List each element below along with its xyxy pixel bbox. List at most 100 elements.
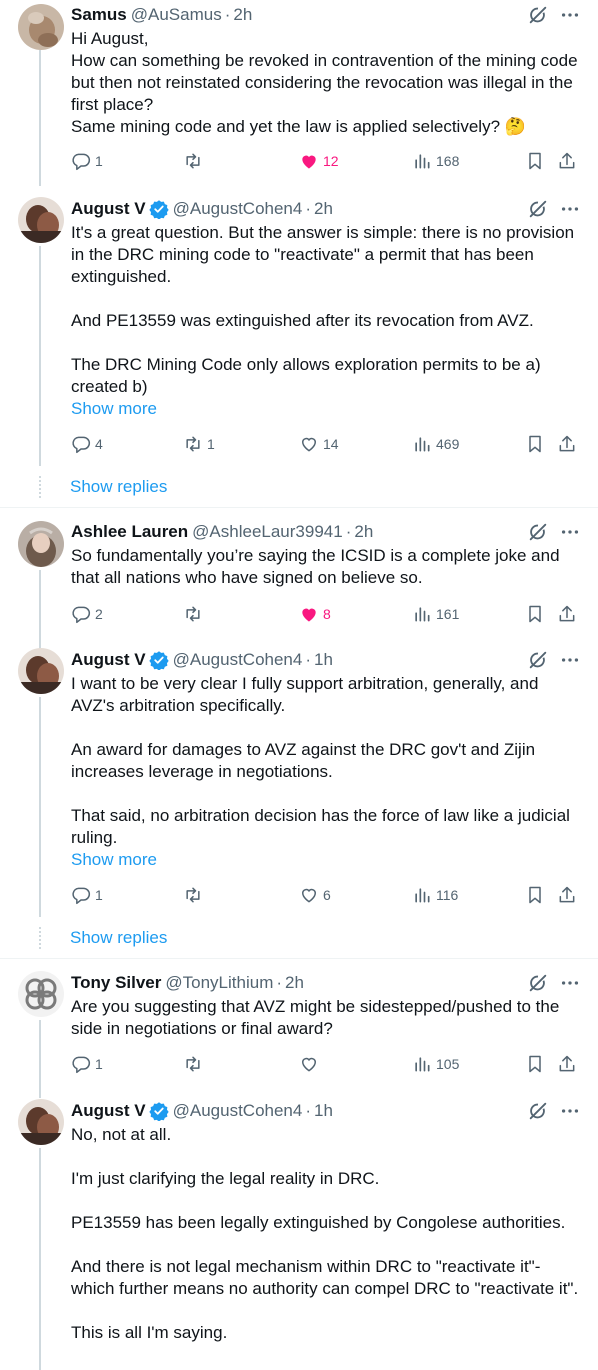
verified-badge-icon: [148, 200, 169, 219]
like-button[interactable]: 6: [299, 884, 331, 906]
reply-button[interactable]: 4: [71, 433, 103, 455]
verified-badge-icon: [148, 1102, 169, 1121]
avatar-august[interactable]: [18, 1099, 64, 1145]
tweet-time[interactable]: 2h: [285, 973, 304, 993]
repost-icon: [186, 606, 200, 622]
more-icon[interactable]: [559, 4, 581, 26]
bookmark-icon: [529, 605, 541, 623]
tweet-actions: 4 1 14 469: [71, 433, 581, 455]
bookmark-icon: [529, 1055, 541, 1073]
thread-line: [39, 246, 41, 466]
views-button[interactable]: 469: [412, 433, 459, 455]
tweet-time[interactable]: 2h: [233, 5, 252, 25]
thread-line: [39, 570, 41, 650]
like-button[interactable]: 14: [299, 433, 339, 455]
like-icon: [302, 608, 316, 622]
tweet-header: Samus @AuSamus · 2h: [71, 4, 598, 26]
avatar-samus[interactable]: [18, 4, 64, 50]
avatar-tony[interactable]: [18, 971, 64, 1017]
show-replies-link[interactable]: Show replies: [70, 928, 167, 948]
bookmark-button[interactable]: [525, 1053, 545, 1075]
views-icon: [415, 607, 430, 622]
bookmark-button[interactable]: [525, 433, 545, 455]
repost-button[interactable]: [183, 603, 207, 625]
tweet-actions: 2 8 161: [71, 603, 581, 625]
author-name[interactable]: August V: [71, 650, 146, 670]
repost-icon: [186, 436, 200, 452]
more-icon[interactable]: [559, 972, 581, 994]
reply-button[interactable]: 1: [71, 884, 103, 906]
tweet-header: Ashlee Lauren @AshleeLaur39941 · 2h: [71, 521, 598, 543]
author-handle[interactable]: @AugustCohen4: [173, 1101, 303, 1121]
avatar-august[interactable]: [18, 197, 64, 243]
repost-button[interactable]: [183, 150, 207, 172]
repost-icon: [186, 887, 200, 903]
thread-dots: [39, 476, 41, 498]
tweet-text: Are you suggesting that AVZ might be sid…: [71, 997, 560, 1038]
like-icon: [302, 155, 316, 169]
like-button[interactable]: [299, 1053, 323, 1075]
author-handle[interactable]: @TonyLithium: [165, 973, 273, 993]
grok-icon[interactable]: [527, 1100, 549, 1122]
author-handle[interactable]: @AuSamus: [131, 5, 222, 25]
tweet-time[interactable]: 1h: [314, 650, 333, 670]
repost-icon: [186, 153, 200, 169]
more-icon[interactable]: [559, 198, 581, 220]
bookmark-button[interactable]: [525, 150, 545, 172]
author-handle[interactable]: @AshleeLaur39941: [192, 522, 343, 542]
tweet-time[interactable]: 2h: [314, 199, 333, 219]
show-more-link[interactable]: Show more: [71, 398, 583, 420]
more-icon[interactable]: [559, 521, 581, 543]
views-button[interactable]: 116: [412, 884, 458, 906]
repost-button[interactable]: 1: [183, 433, 215, 455]
more-icon[interactable]: [559, 1100, 581, 1122]
show-replies-link[interactable]: Show replies: [70, 477, 167, 497]
reply-button[interactable]: 1: [71, 150, 103, 172]
share-button[interactable]: [557, 150, 577, 172]
share-button[interactable]: [557, 603, 577, 625]
grok-icon[interactable]: [527, 972, 549, 994]
tweet-text: So fundamentally you’re saying the ICSID…: [71, 546, 560, 587]
share-icon: [559, 1055, 575, 1072]
reply-icon: [72, 153, 91, 171]
reply-button[interactable]: 2: [71, 603, 103, 625]
views-icon: [415, 437, 430, 452]
like-button[interactable]: 12: [299, 150, 339, 172]
reply-icon: [72, 1056, 91, 1074]
views-button[interactable]: 161: [412, 603, 459, 625]
thread-line: [39, 50, 41, 186]
more-icon[interactable]: [559, 649, 581, 671]
views-icon: [415, 154, 430, 169]
author-name[interactable]: August V: [71, 199, 146, 219]
author-handle[interactable]: @AugustCohen4: [173, 650, 303, 670]
like-button[interactable]: 8: [299, 603, 331, 625]
views-button[interactable]: 168: [412, 150, 459, 172]
grok-icon[interactable]: [527, 649, 549, 671]
thread-line: [39, 697, 41, 917]
share-button[interactable]: [557, 1053, 577, 1075]
author-handle[interactable]: @AugustCohen4: [173, 199, 303, 219]
reply-button[interactable]: 1: [71, 1053, 103, 1075]
author-name[interactable]: Ashlee Lauren: [71, 522, 188, 542]
tweet-time[interactable]: 1h: [314, 1101, 333, 1121]
grok-icon[interactable]: [527, 198, 549, 220]
repost-button[interactable]: [183, 1053, 207, 1075]
author-name[interactable]: Tony Silver: [71, 973, 161, 993]
show-more-link[interactable]: Show more: [71, 849, 583, 871]
share-button[interactable]: [557, 433, 577, 455]
repost-button[interactable]: [183, 884, 207, 906]
views-icon: [415, 1057, 430, 1072]
tweet-time[interactable]: 2h: [354, 522, 373, 542]
avatar-ashlee[interactable]: [18, 521, 64, 567]
grok-icon[interactable]: [527, 521, 549, 543]
author-name[interactable]: August V: [71, 1101, 146, 1121]
share-button[interactable]: [557, 884, 577, 906]
author-name[interactable]: Samus: [71, 5, 127, 25]
bookmark-button[interactable]: [525, 603, 545, 625]
views-button[interactable]: 105: [412, 1053, 459, 1075]
bookmark-button[interactable]: [525, 884, 545, 906]
avatar-august[interactable]: [18, 648, 64, 694]
grok-icon[interactable]: [527, 4, 549, 26]
thread-line: [39, 1148, 41, 1370]
like-icon: [301, 888, 317, 903]
